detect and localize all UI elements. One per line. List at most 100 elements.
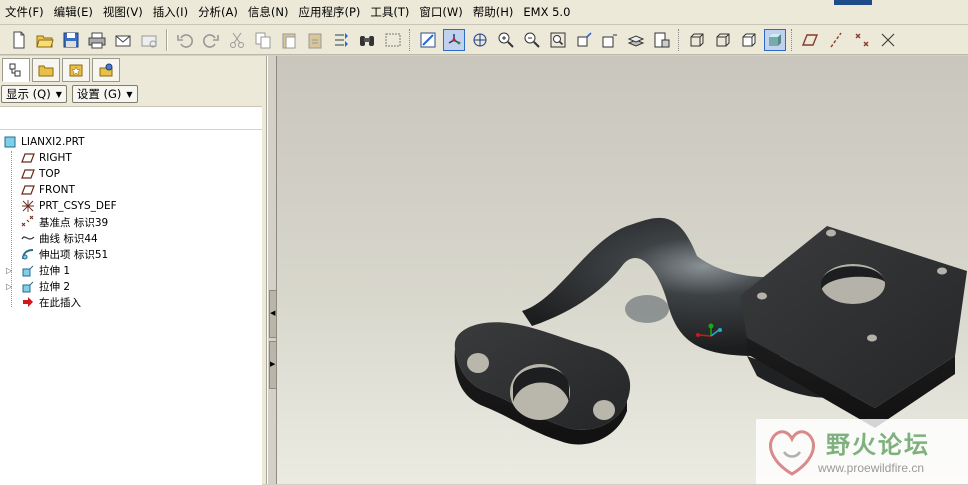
settings-dropdown-button[interactable]: 设置 (G) ▼	[71, 85, 138, 103]
expand-arrow-icon[interactable]: ▷	[6, 282, 12, 291]
zoom-in-icon	[498, 32, 514, 48]
extrude-icon	[20, 279, 36, 293]
display-button-label: 显示 (Q)	[6, 87, 51, 101]
regenerate-button[interactable]	[330, 29, 352, 51]
tree-item-label: 在此插入	[39, 296, 81, 309]
collapse-right-icon[interactable]: ▶	[270, 360, 275, 368]
tab-folder-browser[interactable]	[32, 58, 60, 82]
toolbar-separator	[166, 28, 168, 51]
tab-favorites[interactable]	[62, 58, 90, 82]
tree-item-right[interactable]: RIGHT	[0, 150, 262, 166]
menu-emx[interactable]: EMX 5.0	[518, 5, 575, 19]
save-button[interactable]	[60, 29, 82, 51]
zoom-in-button[interactable]	[495, 29, 517, 51]
new-file-button[interactable]	[8, 29, 30, 51]
curve-icon	[20, 231, 36, 245]
paste-icon	[282, 33, 296, 48]
tree-item-label: FRONT	[39, 184, 75, 196]
cut-button[interactable]	[226, 29, 248, 51]
menu-applications[interactable]: 应用程序(P)	[293, 4, 365, 20]
datum-point-toggle[interactable]	[851, 29, 873, 51]
menu-edit[interactable]: 编辑(E)	[49, 4, 98, 20]
print-button[interactable]	[86, 29, 108, 51]
tree-item-front[interactable]: FRONT	[0, 182, 262, 198]
menu-info[interactable]: 信息(N)	[243, 4, 294, 20]
datum-axis-toggle[interactable]	[825, 29, 847, 51]
mail-icon	[115, 35, 131, 46]
tree-item-extrude-2[interactable]: ▷ 拉伸 2	[0, 278, 262, 294]
saved-views-button[interactable]	[599, 29, 621, 51]
menu-insert[interactable]: 插入(I)	[148, 4, 193, 20]
csys-toggle[interactable]	[877, 29, 899, 51]
flange-right-bolt-hole	[826, 229, 836, 237]
tree-item-label: RIGHT	[39, 152, 72, 164]
copy-button[interactable]	[252, 29, 274, 51]
pipe-highlight	[625, 295, 669, 323]
dropdown-arrow-icon: ▼	[126, 89, 133, 99]
panel-splitter[interactable]: ◀ ▶	[267, 56, 277, 484]
zoom-out-button[interactable]	[521, 29, 543, 51]
watermark-url: www.proewildfire.cn	[818, 461, 925, 475]
zoom-out-icon	[524, 32, 540, 48]
tree-item-root[interactable]: LIANXI2.PRT	[0, 134, 262, 150]
undo-button[interactable]	[174, 29, 196, 51]
spin-center-button[interactable]	[443, 28, 465, 51]
menu-window[interactable]: 窗口(W)	[414, 4, 467, 20]
select-box-button[interactable]	[382, 29, 404, 51]
tree-item-curve[interactable]: 曲线 标识44	[0, 230, 262, 246]
tree-item-label: 基准点 标识39	[39, 216, 109, 229]
paste-button[interactable]	[278, 29, 300, 51]
find-button[interactable]	[356, 29, 378, 51]
display-dropdown-button[interactable]: 显示 (Q) ▼	[1, 85, 67, 103]
hidden-line-button[interactable]	[712, 29, 734, 51]
tree-item-extrude-1[interactable]: ▷ 拉伸 1	[0, 262, 262, 278]
new-file-icon	[13, 31, 25, 48]
datum-plane-icon	[20, 167, 36, 181]
open-file-button[interactable]	[34, 29, 56, 51]
send-link-button[interactable]	[138, 29, 160, 51]
menu-help[interactable]: 帮助(H)	[468, 4, 519, 20]
tree-item-insert-here[interactable]: 在此插入	[0, 294, 262, 310]
redo-button[interactable]	[200, 29, 222, 51]
part-icon	[2, 135, 18, 149]
reorient-icon	[577, 31, 592, 46]
wireframe-button[interactable]	[686, 29, 708, 51]
saved-views-icon	[602, 34, 617, 47]
paste-special-button[interactable]	[304, 29, 326, 51]
repaint-button[interactable]	[417, 29, 439, 51]
tree-item-datum-point[interactable]: 基准点 标识39	[0, 214, 262, 230]
send-mail-button[interactable]	[112, 29, 134, 51]
tab-model-tree[interactable]	[2, 58, 30, 82]
menu-view[interactable]: 视图(V)	[98, 4, 148, 20]
menu-file[interactable]: 文件(F)	[0, 4, 49, 20]
view-manager-button[interactable]	[651, 29, 673, 51]
graphics-window[interactable]: 野火论坛 www.proewildfire.cn	[277, 56, 968, 484]
tab-connections[interactable]	[92, 58, 120, 82]
tree-item-protrusion[interactable]: 伸出项 标识51	[0, 246, 262, 262]
no-hidden-button[interactable]	[738, 29, 760, 51]
toolbar-grip	[678, 28, 681, 51]
shading-button[interactable]	[764, 28, 786, 51]
datum-plane-icon	[20, 183, 36, 197]
menu-tools[interactable]: 工具(T)	[365, 4, 414, 20]
selection-box-icon	[385, 33, 401, 46]
copy-icon	[255, 32, 271, 48]
menu-analysis[interactable]: 分析(A)	[193, 4, 243, 20]
reorient-button[interactable]	[573, 29, 595, 51]
shaded-cube-icon	[769, 33, 781, 46]
collapse-left-icon[interactable]: ◀	[270, 309, 275, 317]
datum-plane-toggle[interactable]	[799, 29, 821, 51]
refit-button[interactable]	[547, 29, 569, 51]
binoculars-icon	[360, 35, 374, 46]
expand-arrow-icon[interactable]: ▷	[6, 266, 12, 275]
tree-item-label: PRT_CSYS_DEF	[39, 200, 117, 212]
orient-mode-button[interactable]	[469, 29, 491, 51]
forum-logo-icon	[769, 430, 815, 476]
tree-item-csys[interactable]: PRT_CSYS_DEF	[0, 198, 262, 214]
regenerate-icon	[335, 32, 348, 47]
layers-button[interactable]	[625, 29, 647, 51]
tree-item-top[interactable]: TOP	[0, 166, 262, 182]
folder-icon	[38, 65, 54, 77]
tree-item-label: 拉伸 1	[39, 264, 71, 277]
insert-here-arrow-icon	[20, 295, 36, 309]
